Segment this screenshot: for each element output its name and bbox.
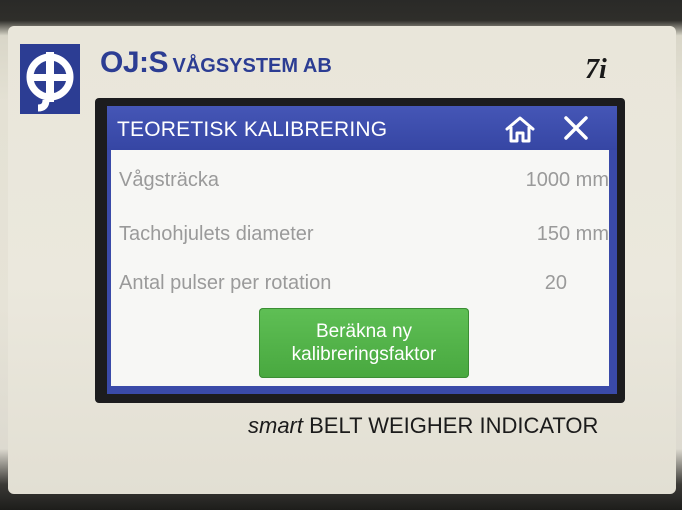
product-subtitle: smart BELT WEIGHER INDICATOR [248, 413, 598, 439]
setting-label: Vågsträcka [119, 169, 220, 191]
setting-row-wheel-diameter[interactable]: Tachohjulets diameter 150 mm [111, 214, 609, 254]
brand-name-part1: OJ:S [100, 46, 169, 79]
setting-label: Tachohjulets diameter [119, 223, 314, 245]
subtitle-smart: smart [248, 413, 303, 438]
close-button[interactable] [559, 112, 593, 144]
settings-panel: Vågsträcka 1000 mm Tachohjulets diameter… [111, 150, 609, 386]
title-bar: TEORETISK KALIBRERING [107, 106, 617, 150]
model-label: 7i [585, 54, 607, 85]
calculate-calibration-button[interactable]: Beräkna ny kalibreringsfaktor [259, 308, 469, 378]
close-icon [564, 116, 588, 140]
device-frame: OJ:S VÅGSYSTEM AB 7i TEORETISK KALIBRERI… [0, 0, 682, 510]
oj-logo-icon [20, 44, 80, 114]
subtitle-rest: BELT WEIGHER INDICATOR [309, 413, 599, 438]
touch-screen: TEORETISK KALIBRERING Vågsträcka 1000 mm… [107, 106, 617, 394]
setting-value[interactable]: 20 [545, 272, 567, 295]
setting-row-weighing-length[interactable]: Vågsträcka 1000 mm [111, 160, 609, 200]
setting-label: Antal pulser per rotation [119, 272, 332, 294]
setting-value[interactable]: 1000 mm [526, 169, 609, 192]
home-icon [505, 116, 535, 143]
calculate-button-line1: Beräkna ny [315, 321, 413, 342]
setting-value[interactable]: 150 mm [537, 223, 609, 246]
calculate-button-line2: kalibreringsfaktor [291, 344, 437, 365]
brand-name-part2: VÅGSYSTEM AB [172, 55, 332, 77]
brand-name: OJ:S VÅGSYSTEM AB [100, 46, 332, 80]
setting-row-pulses-per-rotation[interactable]: Antal pulser per rotation 20 [111, 263, 609, 303]
home-button[interactable] [503, 114, 537, 144]
screen-title: TEORETISK KALIBRERING [117, 118, 388, 141]
